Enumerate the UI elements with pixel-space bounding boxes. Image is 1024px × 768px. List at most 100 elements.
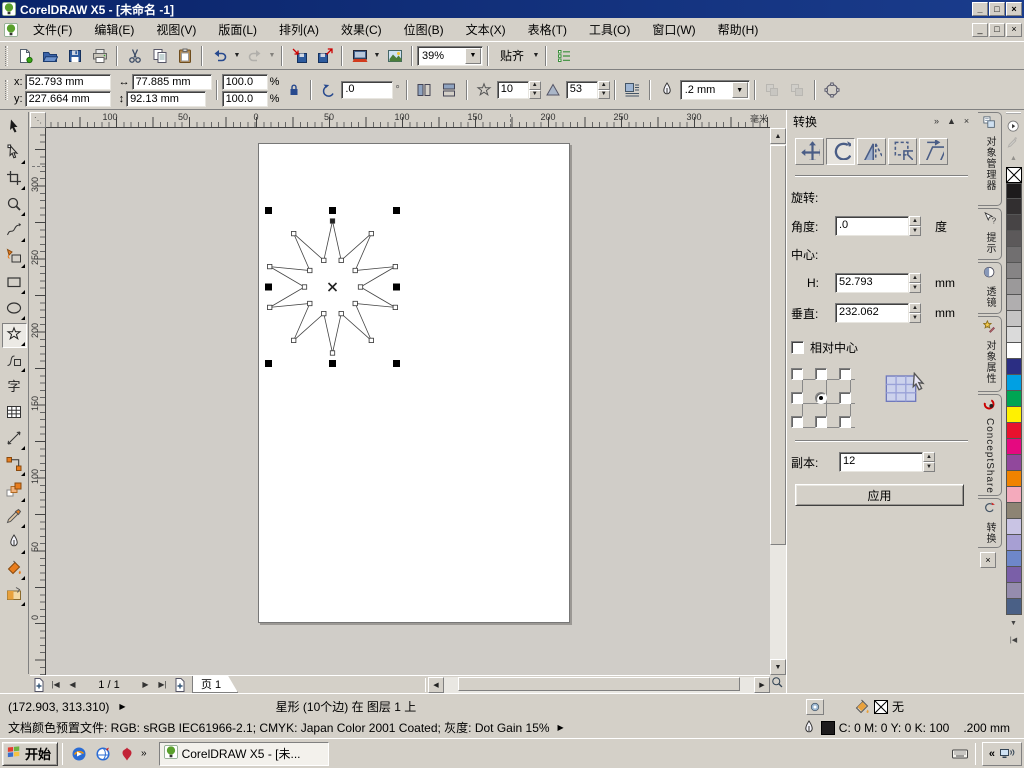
rotation-angle-field[interactable]: .0 (341, 81, 393, 99)
position-transform-button[interactable] (795, 138, 824, 165)
palette-swatch[interactable] (1006, 327, 1022, 343)
options-button[interactable] (551, 44, 576, 67)
zoom-level-combo[interactable]: 39% ▼ (417, 46, 483, 66)
star-shape[interactable] (46, 128, 770, 675)
drawing-canvas[interactable] (46, 128, 770, 675)
menu-item-arrange[interactable]: 排列(A) (268, 19, 330, 41)
palette-swatch[interactable] (1006, 311, 1022, 327)
anchor-checkbox[interactable] (791, 368, 803, 380)
pick-tool[interactable] (2, 115, 27, 140)
star-node[interactable] (353, 301, 357, 305)
palette-swatch[interactable] (1006, 295, 1022, 311)
relative-center-checkbox[interactable] (791, 341, 804, 354)
browser-quicklaunch-icon[interactable] (91, 742, 115, 766)
palette-swatch[interactable] (1006, 423, 1022, 439)
apply-button[interactable]: 应用 (795, 484, 964, 506)
anchor-checkbox[interactable] (839, 392, 851, 404)
selection-handle[interactable] (329, 207, 336, 214)
palette-swatch[interactable] (1006, 551, 1022, 567)
tray-collapse-chevron[interactable]: « (989, 748, 995, 760)
star-node[interactable] (308, 301, 312, 305)
wrap-behind-button[interactable] (760, 79, 785, 102)
palette-expand-button[interactable]: |◀ (1005, 632, 1022, 647)
menu-item-text[interactable]: 文本(X) (455, 19, 517, 41)
docker-expand-button[interactable]: » (929, 114, 944, 128)
import-button[interactable] (287, 44, 312, 67)
table-tool[interactable] (2, 401, 27, 426)
palette-swatch[interactable] (1006, 183, 1022, 199)
previous-page-button[interactable]: ◀ (64, 677, 81, 693)
quicklaunch-overflow[interactable]: » (141, 748, 147, 759)
menu-item-view[interactable]: 视图(V) (145, 19, 207, 41)
palette-scroll-down[interactable]: ▼ (1005, 616, 1022, 631)
skew-transform-button[interactable] (919, 138, 948, 165)
zoom-tool[interactable] (2, 193, 27, 218)
propbar-grip[interactable] (5, 80, 8, 100)
undo-button[interactable] (207, 44, 232, 67)
smart-fill-tool[interactable] (2, 245, 27, 270)
angle-field[interactable]: .0 ▲▼ (835, 216, 921, 236)
mdi-minimize-button[interactable]: _ (972, 23, 988, 37)
center-v-spinner[interactable]: ▲▼ (909, 303, 921, 323)
print-button[interactable] (87, 44, 112, 67)
palette-swatch[interactable] (1006, 407, 1022, 423)
palette-swatch[interactable] (1006, 583, 1022, 599)
docker-tab-transform[interactable]: 转换 (978, 498, 1002, 548)
sharpness-spinner[interactable]: ▲▼ (598, 81, 610, 99)
interactive-fill-tool[interactable] (2, 583, 27, 608)
palette-swatch[interactable] (1006, 487, 1022, 503)
copy-button[interactable] (147, 44, 172, 67)
star-tool[interactable] (2, 323, 27, 348)
menu-item-bitmaps[interactable]: 位图(B) (393, 19, 455, 41)
menu-item-file[interactable]: 文件(F) (22, 19, 83, 41)
redo-dropdown[interactable]: ▼ (267, 44, 277, 67)
angle-spinner[interactable]: ▲▼ (909, 216, 921, 236)
star-node[interactable] (353, 268, 357, 272)
selection-handle[interactable] (393, 284, 400, 291)
toolbar-grip[interactable] (5, 46, 8, 66)
anchor-checkbox[interactable] (815, 416, 827, 428)
star-node[interactable] (292, 231, 296, 235)
mirror-vertical-button[interactable] (437, 79, 462, 102)
palette-swatch[interactable] (1006, 199, 1022, 215)
media-player-quicklaunch-icon[interactable] (67, 742, 91, 766)
palette-swatch[interactable] (1006, 503, 1022, 519)
new-document-button[interactable] (12, 44, 37, 67)
next-page-button[interactable]: ▶ (137, 677, 154, 693)
mdi-restore-button[interactable]: □ (989, 23, 1005, 37)
docker-collapse-button[interactable]: ▲ (944, 114, 959, 128)
quick-pan-zoom-button[interactable] (770, 675, 786, 693)
coreldraw-task-button[interactable]: CorelDRAW X5 - [未... (159, 742, 329, 766)
palette-swatch[interactable] (1006, 535, 1022, 551)
scroll-thumb[interactable] (770, 145, 786, 545)
hscroll-thumb[interactable] (458, 677, 740, 691)
splitter[interactable] (425, 678, 426, 692)
selection-handle[interactable] (265, 360, 272, 367)
object-width-field[interactable]: 77.885 mm (132, 74, 212, 90)
palette-swatch[interactable] (1006, 455, 1022, 471)
star-node[interactable] (322, 311, 326, 315)
outline-pen-tool[interactable] (2, 531, 27, 556)
star-node[interactable] (322, 258, 326, 262)
anchor-point-grid[interactable] (791, 368, 857, 430)
size-transform-button[interactable] (888, 138, 917, 165)
star-node[interactable] (393, 264, 397, 268)
shape-tool[interactable] (2, 141, 27, 166)
hscroll-right-button[interactable]: ▶ (754, 677, 770, 693)
mirror-horizontal-button[interactable] (412, 79, 437, 102)
palette-swatch[interactable] (1006, 439, 1022, 455)
restore-button[interactable]: □ (989, 2, 1005, 16)
star-node[interactable] (268, 305, 272, 309)
tabstrip-close-button[interactable]: × (980, 552, 996, 568)
anchor-checkbox[interactable] (839, 368, 851, 380)
hscroll-track[interactable] (444, 677, 754, 693)
palette-swatch[interactable] (1006, 519, 1022, 535)
docker-tab-object-manager[interactable]: 对象管理器 (978, 112, 1002, 206)
star-node[interactable] (369, 231, 373, 235)
network-icon[interactable] (999, 746, 1015, 762)
vertical-ruler[interactable]: 300250200150100500 (30, 128, 46, 675)
add-page-button-2[interactable] (171, 677, 188, 693)
page-tab[interactable]: 页 1 (192, 676, 238, 693)
scale-h-field[interactable]: 100.0 (222, 74, 268, 90)
palette-grip[interactable] (1006, 112, 1021, 117)
